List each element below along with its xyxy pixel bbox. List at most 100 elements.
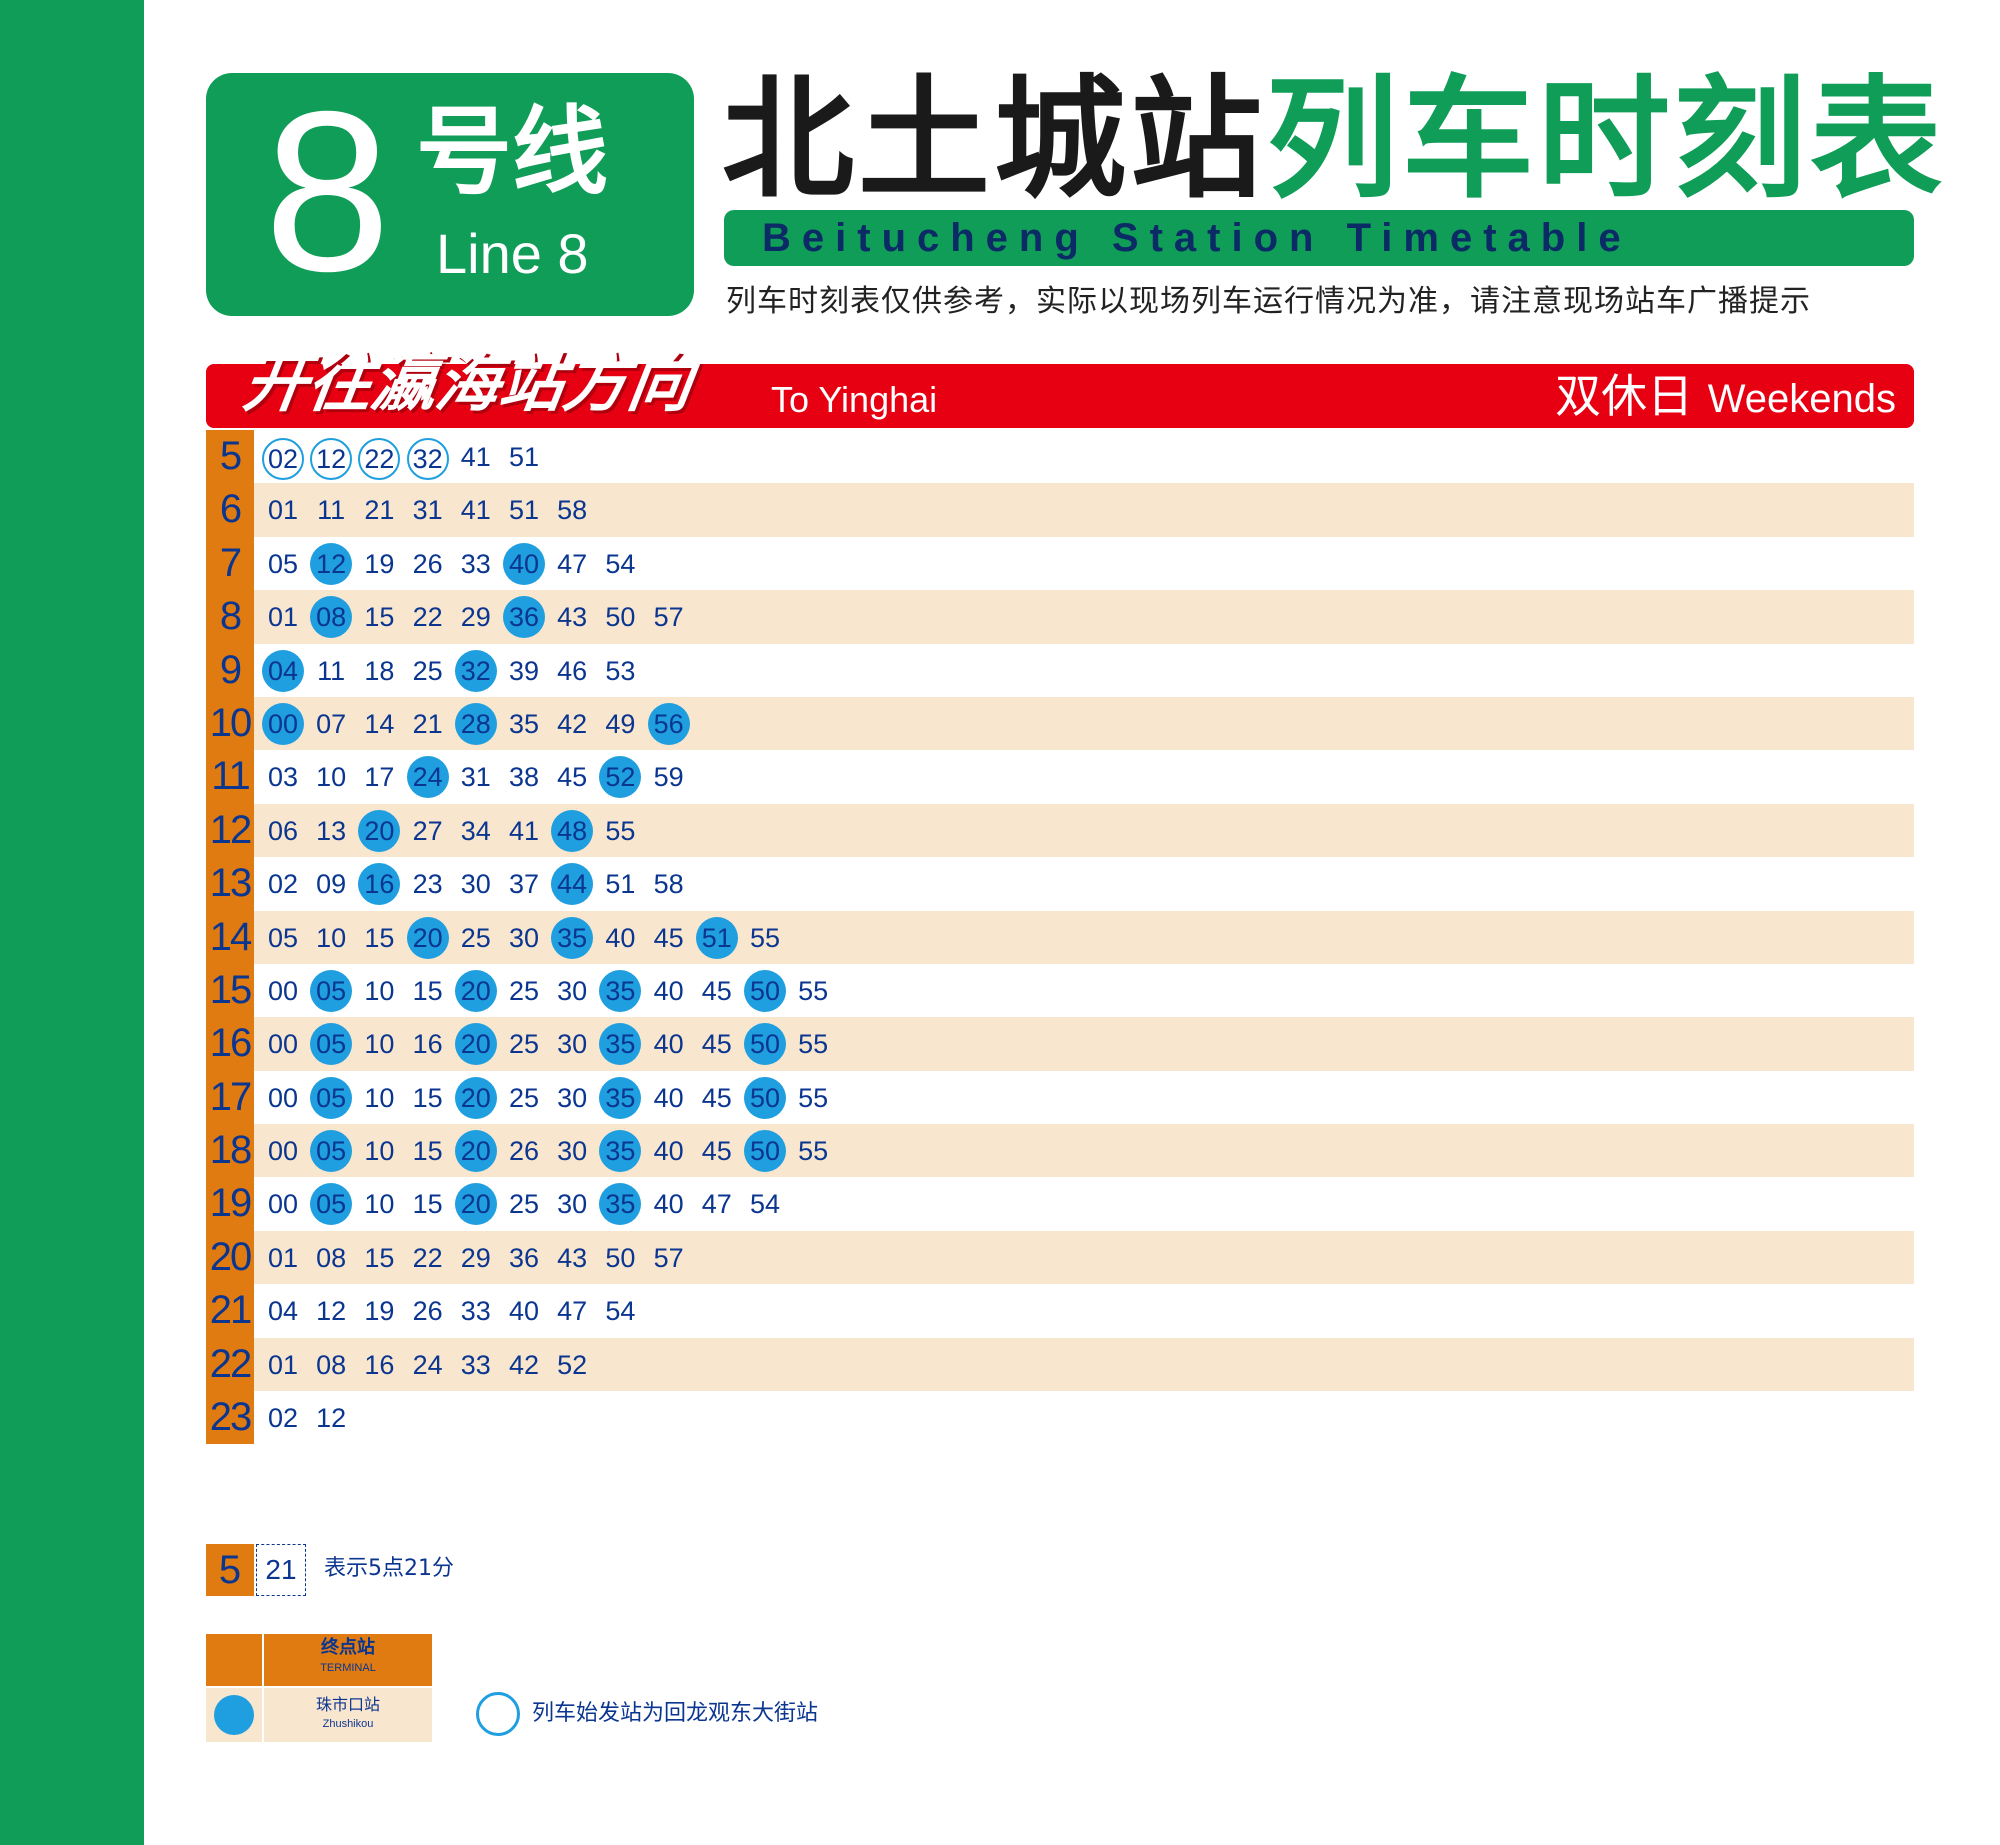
minute: 53 [605,655,636,686]
minute: 10 [364,1082,395,1113]
minute: 30 [557,1029,588,1060]
minute-terminal: 24 [406,756,449,799]
minute: 43 [557,1242,588,1273]
table-row: 18 00 05 10 15 20 26 30 35 40 45 50 55 [206,1124,1914,1178]
minute: 21 [412,708,443,739]
minute-terminal: 20 [454,1023,497,1066]
minute: 12 [316,1403,347,1434]
hour-cell: 5 [206,430,254,484]
hour-cell: 7 [206,536,254,591]
minute: 22 [412,602,443,633]
minute-terminal: 05 [310,969,353,1012]
timetable-label: 列车时刻表 [1266,63,1946,217]
minute: 15 [412,1189,443,1220]
minute: 55 [605,815,636,846]
terminal-header-cn: 终点站 [321,1637,375,1658]
minute: 01 [267,1349,299,1380]
minute: 35 [508,708,540,739]
minute: 58 [557,495,588,526]
minute: 45 [701,1136,732,1167]
minute: 51 [508,442,540,472]
minute-terminal: 35 [599,1023,642,1066]
minute-terminal: 48 [551,809,594,852]
table-row: 8 01 08 15 22 29 36 43 50 57 [206,590,1914,644]
minute-terminal: 36 [503,596,545,639]
minute: 16 [364,1349,395,1380]
minute: 43 [557,602,588,633]
minute: 29 [460,1242,491,1273]
minute-terminal: 00 [262,702,304,745]
terminal-legend-head: 终点站 TERMINAL [264,1634,432,1686]
minute: 55 [798,1029,829,1060]
minute-terminal: 35 [599,1130,642,1173]
minute: 10 [364,1189,395,1220]
minute-terminal: 50 [744,1023,786,1066]
minute: 00 [267,1029,299,1060]
minute: 15 [412,975,443,1006]
minute: 47 [557,548,588,579]
hour-cell: 13 [206,857,254,911]
minute-terminal: 50 [744,969,786,1012]
minute-terminal: 20 [454,1183,497,1226]
minute: 34 [460,815,491,846]
minute: 40 [653,975,684,1006]
table-row: 19 00 05 10 15 20 25 30 35 40 47 54 [206,1177,1914,1231]
table-row: 20 01 08 15 22 29 36 43 50 57 [206,1230,1914,1285]
page-title: 北土城站列车时刻表 [722,60,1946,220]
minute: 50 [605,1242,636,1273]
minute: 55 [798,1082,829,1113]
minute-terminal: 20 [454,1076,497,1119]
minute: 21 [364,495,395,526]
minute: 30 [557,1082,588,1113]
hour-cell: 19 [206,1177,254,1231]
minute: 02 [267,1403,299,1434]
minute: 45 [653,922,684,953]
minute-origin: 02 [262,438,304,480]
minute-terminal: 05 [310,1076,353,1119]
terminal-legend-head-left [206,1634,262,1686]
minute-terminal: 50 [744,1130,786,1173]
minute: 14 [364,708,395,739]
table-row: 11 03 10 17 24 31 38 45 52 59 [206,750,1914,804]
table-row: 6 01 11 21 31 41 51 58 [206,483,1914,537]
direction-cn: 开往瀛海站方向 [238,347,698,421]
minute: 01 [267,495,299,526]
minute: 30 [557,1189,588,1220]
hour-cell: 15 [206,963,254,1018]
minute: 10 [364,1029,395,1060]
minute-terminal: 20 [454,969,497,1012]
minute: 22 [412,1242,443,1273]
table-row: 15 00 05 10 15 20 25 30 35 40 45 50 55 [206,963,1914,1018]
minute: 55 [798,975,829,1006]
hour-cell: 16 [206,1017,254,1071]
minute: 30 [557,1136,588,1167]
minute: 00 [267,1136,299,1167]
line-badge: 8 号线 Line 8 [206,67,694,317]
minute: 10 [316,922,347,953]
hour-cell: 17 [206,1070,254,1125]
terminal-legend-name: 珠市口站 Zhushikou [264,1688,432,1742]
subtitle-en: Beitucheng Station Timetable [762,216,1632,260]
minute: 05 [267,548,299,579]
minute: 25 [508,1189,540,1220]
minute: 33 [460,1349,491,1380]
terminal-header-en: TERMINAL [320,1662,376,1674]
minute-terminal: 40 [503,542,545,585]
direction-en: To Yinghai [771,379,938,420]
table-row: 21 04 12 19 26 33 40 47 54 [206,1284,1914,1338]
minute: 26 [412,548,443,579]
table-row: 10 00 07 14 21 28 35 42 49 56 [206,696,1914,751]
hour-cell: 10 [206,696,254,751]
day-type: 双休日 Weekends [1555,366,1896,429]
line-number: 8 [264,65,391,319]
minute: 11 [317,495,346,526]
minute-terminal: 08 [310,596,353,639]
day-type-en: Weekends [1707,377,1896,421]
minute: 03 [267,762,299,793]
minute: 45 [701,1082,732,1113]
minute-terminal: 35 [599,969,642,1012]
minute: 55 [749,922,781,953]
minute: 25 [460,922,491,953]
minute: 25 [412,655,443,686]
minute: 59 [653,762,684,793]
